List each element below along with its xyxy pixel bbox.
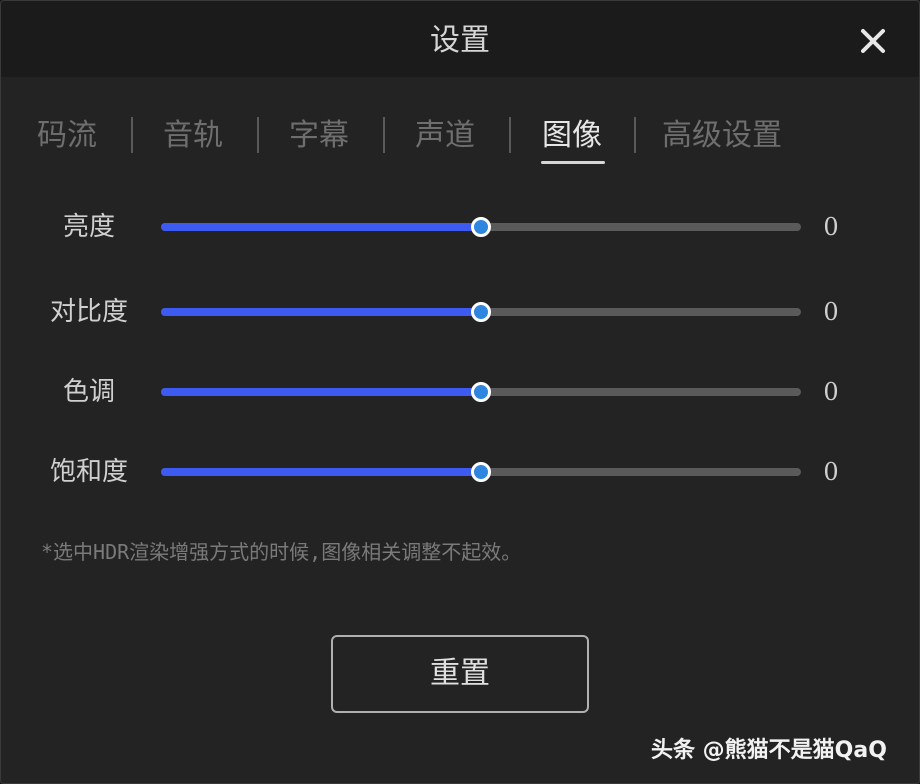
hue-slider-thumb[interactable] <box>471 382 491 402</box>
saturation-value: 0 <box>823 458 839 486</box>
tab-audio-channel[interactable]: 声道 <box>415 109 475 163</box>
close-button[interactable] <box>855 23 891 59</box>
tab-subtitles[interactable]: 字幕 <box>289 109 349 163</box>
tab-advanced-settings[interactable]: 高级设置 <box>662 109 782 163</box>
hue-value: 0 <box>823 378 839 406</box>
tab-divider <box>257 117 259 153</box>
active-tab-indicator <box>541 161 605 164</box>
hue-slider-fill <box>161 388 481 396</box>
hue-label: 色调 <box>62 377 115 407</box>
tab-bar: 码流 音轨 字幕 声道 图像 高级设置 <box>1 109 919 169</box>
brightness-slider-fill <box>161 223 481 231</box>
brightness-row: 亮度 0 <box>1 207 919 247</box>
saturation-slider-thumb[interactable] <box>471 462 491 482</box>
watermark: 头条 @熊猫不是猫QaQ <box>651 738 887 763</box>
tab-image[interactable]: 图像 <box>542 109 602 163</box>
reset-button[interactable]: 重置 <box>331 635 589 713</box>
dialog-title: 设置 <box>430 23 490 58</box>
settings-dialog: 设置 码流 音轨 字幕 声道 图像 高级设置 亮度 0 对比度 0 色调 0 饱… <box>0 0 920 784</box>
brightness-value: 0 <box>823 213 839 241</box>
contrast-slider-fill <box>161 308 481 316</box>
tab-divider <box>634 117 636 153</box>
tab-divider <box>383 117 385 153</box>
brightness-slider-thumb[interactable] <box>471 217 491 237</box>
brightness-label: 亮度 <box>62 212 115 242</box>
contrast-row: 对比度 0 <box>1 292 919 332</box>
tab-audio-track[interactable]: 音轨 <box>163 109 223 163</box>
contrast-value: 0 <box>823 298 839 326</box>
hue-row: 色调 0 <box>1 372 919 412</box>
contrast-label: 对比度 <box>49 297 128 327</box>
contrast-slider-thumb[interactable] <box>471 302 491 322</box>
tab-bitrate[interactable]: 码流 <box>37 109 97 163</box>
saturation-label: 饱和度 <box>49 457 128 487</box>
saturation-row: 饱和度 0 <box>1 452 919 492</box>
close-icon <box>861 29 885 53</box>
tab-divider <box>509 117 511 153</box>
tab-divider <box>131 117 133 153</box>
saturation-slider-fill <box>161 468 481 476</box>
hdr-note: *选中HDR渲染增强方式的时候,图像相关调整不起效。 <box>41 540 522 564</box>
